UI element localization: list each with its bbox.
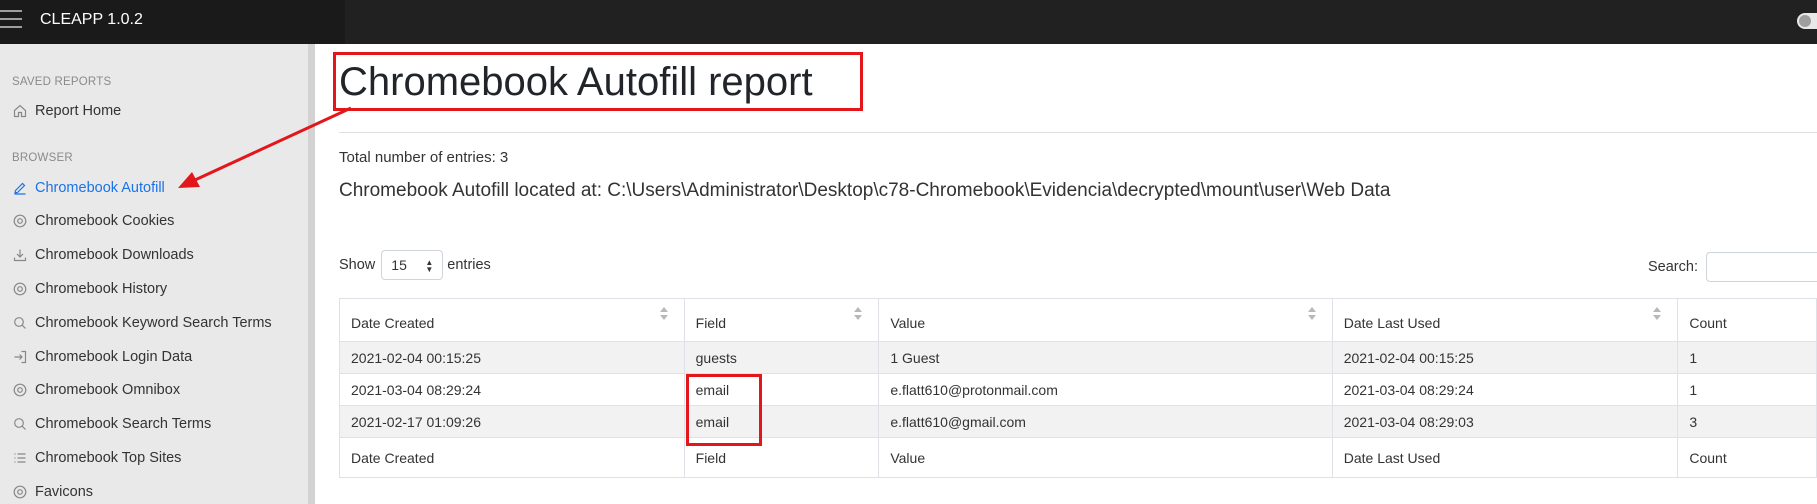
annotation-arrow-icon bbox=[178, 106, 352, 188]
